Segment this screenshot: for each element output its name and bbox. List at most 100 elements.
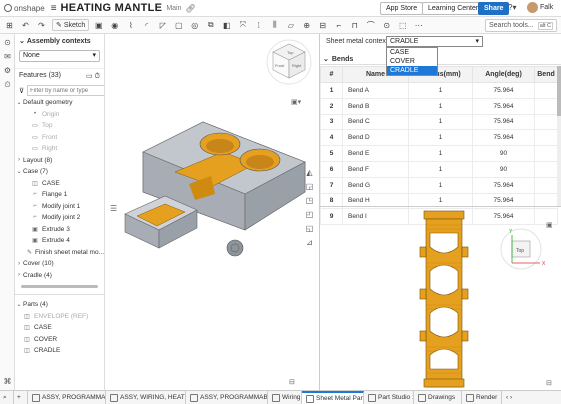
feature-tree-item[interactable]: ⌐ Modify joint 2	[15, 212, 104, 224]
document-tab[interactable]: ASSY, WIRING, HEATIN...	[106, 391, 186, 404]
explode-icon[interactable]: ◰	[304, 209, 315, 220]
document-tab[interactable]: Drawings	[414, 391, 462, 404]
document-title[interactable]: HEATING MANTLE	[61, 2, 163, 14]
learning-center-button[interactable]: Learning Center	[422, 2, 485, 15]
document-tab[interactable]: ASSY, PROGRAMMABL...	[186, 391, 268, 404]
onshape-logo[interactable]: onshape	[0, 4, 45, 13]
table-row[interactable]: 5 Bend E 1 90	[320, 145, 558, 162]
search-tools[interactable]: Search tools... alt C	[484, 19, 557, 32]
feature-tree-item[interactable]: › Cover (10)	[15, 258, 104, 270]
feature-tree-item[interactable]: ⌄ Case (7)	[15, 166, 104, 178]
panel-scrollbar[interactable]	[21, 285, 98, 288]
column-header[interactable]: Angle(deg)	[472, 66, 535, 83]
undo-icon[interactable]: ↶	[19, 19, 32, 31]
document-tab[interactable]: ASSY, PROGRAMMABL...	[28, 391, 106, 404]
model-3d[interactable]: Top Front Right ▣▾	[105, 34, 319, 390]
configuration-icon[interactable]: ⌘	[2, 376, 13, 387]
document-tab[interactable]: Sheet Metal Parts	[302, 391, 364, 404]
viewport-3d[interactable]: Top Front Right ▣▾ ◭ ◲ ◳ ◰ ◱ ⊿ ☰ ⊟	[105, 34, 319, 390]
table-row[interactable]: 2 Bend B 1 75.964	[320, 97, 558, 115]
table-scrollbar[interactable]	[557, 66, 561, 206]
measure-icon[interactable]: ⊿	[304, 237, 315, 248]
sheet-metal-icon[interactable]: ⊟	[316, 19, 329, 31]
mate-connector-icon[interactable]: ⊕	[300, 19, 313, 31]
mirror-icon[interactable]: ⫼	[268, 19, 281, 31]
menu-icon[interactable]: ≡	[51, 3, 57, 14]
part-item[interactable]: ◫ CASE	[15, 322, 104, 334]
feature-list-icon[interactable]: ⊞	[3, 19, 16, 31]
feature-tree-item[interactable]: ⌄ Default geometry	[15, 97, 104, 109]
feature-tree-item[interactable]: ▣ Extrude 4	[15, 235, 104, 247]
user-name[interactable]: Falk	[540, 4, 553, 11]
redo-icon[interactable]: ↷	[35, 19, 48, 31]
folder-icon[interactable]: ▭	[86, 73, 93, 80]
tab-scroll-controls[interactable]: ‹ ›	[502, 391, 516, 404]
feature-tree-item[interactable]: ▣ Extrude 3	[15, 224, 104, 236]
table-row[interactable]: 4 Bend D 1 75.964	[320, 129, 558, 147]
feature-tree-item[interactable]: › Layout (8)	[15, 155, 104, 167]
link-icon[interactable]: 🔗︎	[186, 4, 196, 13]
flat-view-options-icon[interactable]: ▣	[546, 222, 553, 229]
feature-tree-item[interactable]: ⌐ Flange 1	[15, 189, 104, 201]
flat-view-cube[interactable]: Top X Y	[500, 228, 546, 270]
view-options-icon[interactable]: ▣▾	[291, 99, 302, 106]
table-row[interactable]: 3 Bend C 1 75.964	[320, 113, 558, 131]
form-icon[interactable]: ⊙	[380, 19, 393, 31]
feature-tree-item[interactable]: ▭ Top	[15, 120, 104, 132]
table-row[interactable]: 1 Bend A 1 75.964	[320, 82, 558, 99]
add-tab-button[interactable]: +	[14, 391, 28, 404]
filter-input[interactable]	[27, 85, 104, 96]
feature-tree-item[interactable]: ✎ Finish sheet metal mo...	[15, 247, 104, 259]
tab-icon[interactable]: ⊓	[348, 19, 361, 31]
feature-tree-item[interactable]: ▭ Front	[15, 132, 104, 144]
feature-tree-item[interactable]: ◫ CASE	[15, 178, 104, 190]
sheet-metal-context-select[interactable]: CRADLE ▾	[386, 36, 483, 47]
flat-pattern-view[interactable]: Top X Y ▣ ⊟	[320, 207, 561, 390]
rollback-icon[interactable]: ⏱	[95, 73, 100, 80]
document-tab[interactable]: Part Studio 1	[364, 391, 414, 404]
tab-manager-icon[interactable]: ⌕	[0, 391, 14, 404]
boolean-icon[interactable]: ⧉	[204, 19, 217, 31]
assembly-contexts-header[interactable]: ⌄ Assembly contexts	[15, 34, 104, 48]
view-cube[interactable]: Top Front Right	[266, 39, 312, 85]
feature-tree-item[interactable]: • Origin	[15, 109, 104, 121]
context-option[interactable]: CASE	[387, 48, 437, 57]
extrude-icon[interactable]: ▣	[92, 19, 105, 31]
plane-icon[interactable]: ▱	[284, 19, 297, 31]
assembly-context-select[interactable]: None ▾	[19, 50, 100, 62]
sweep-icon[interactable]: ⌇	[124, 19, 137, 31]
column-header[interactable]: #	[320, 66, 343, 83]
transform-icon[interactable]: ⤧	[236, 19, 249, 31]
variables-icon[interactable]: ⚙	[2, 65, 13, 76]
toggle-graphics-icon[interactable]: ⊟	[289, 378, 295, 386]
branch-label[interactable]: Main	[166, 5, 181, 12]
bends-header[interactable]: ⌄ Bends	[320, 54, 561, 65]
pattern-icon[interactable]: ⁞	[252, 19, 265, 31]
context-option[interactable]: COVER	[387, 57, 437, 66]
history-icon[interactable]: ⏲	[2, 79, 13, 90]
bend-icon[interactable]: ⌒	[364, 19, 377, 31]
revolve-icon[interactable]: ◉	[108, 19, 121, 31]
render-mode-icon[interactable]: ◳	[304, 195, 315, 206]
document-tab[interactable]: Render	[462, 391, 502, 404]
column-header[interactable]: Bend	[534, 66, 558, 83]
assembly-contexts-icon[interactable]: ⊙	[2, 37, 13, 48]
split-icon[interactable]: ◧	[220, 19, 233, 31]
part-item[interactable]: ◫ CRADLE	[15, 345, 104, 357]
display-state-icon[interactable]: ◲	[304, 181, 315, 192]
flat-view-icon[interactable]: ⬚	[396, 19, 409, 31]
feature-tree-item[interactable]: ▭ Right	[15, 143, 104, 155]
table-row[interactable]: 6 Bend F 1 90	[320, 160, 558, 178]
section-view-icon[interactable]: ◭	[304, 167, 315, 178]
sketch-button[interactable]: ✎ Sketch	[52, 19, 90, 31]
avatar[interactable]	[527, 2, 538, 13]
table-row[interactable]: 7 Bend G 1 75.964	[320, 176, 558, 194]
more-tools-icon[interactable]: ⋯	[412, 19, 425, 31]
shell-icon[interactable]: ▢	[172, 19, 185, 31]
filter-icon[interactable]: ⊽	[19, 87, 24, 95]
isolate-icon[interactable]: ◱	[304, 223, 315, 234]
fillet-icon[interactable]: ◜	[140, 19, 153, 31]
part-item[interactable]: ◫ COVER	[15, 334, 104, 346]
comments-icon[interactable]: ✉	[2, 51, 13, 62]
context-option[interactable]: CRADLE	[387, 66, 437, 75]
